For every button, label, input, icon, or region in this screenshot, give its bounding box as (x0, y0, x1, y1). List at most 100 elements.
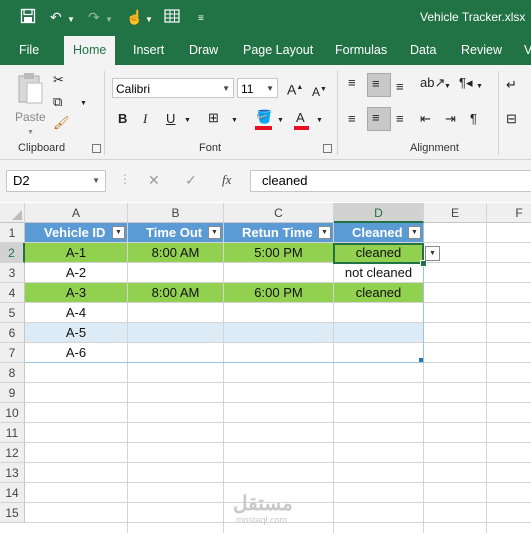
font-color-dropdown-icon[interactable]: ▼ (316, 113, 323, 129)
tab-review[interactable]: Review (461, 36, 502, 65)
paste-label[interactable]: Paste (15, 109, 46, 125)
align-bottom-icon[interactable]: ≡ (396, 79, 404, 95)
row-header-5[interactable]: 5 (0, 303, 25, 323)
enter-icon[interactable]: ✓ (185, 172, 197, 189)
cell-b7[interactable] (128, 343, 224, 363)
fill-color-icon[interactable]: 🪣 (256, 109, 272, 125)
cell-d3[interactable]: not cleaned (334, 263, 424, 283)
row-header-12[interactable]: 12 (0, 443, 25, 463)
touch-mode-icon[interactable]: ☝ (126, 8, 143, 26)
cell-a4[interactable]: A-3 (25, 283, 128, 303)
row-header-6[interactable]: 6 (0, 323, 25, 343)
tab-page-layout[interactable]: Page Layout (243, 36, 313, 65)
paste-icon[interactable] (16, 71, 44, 107)
tab-file[interactable]: File (19, 36, 39, 65)
cell-b2[interactable]: 8:00 AM (128, 243, 224, 263)
row-header-4[interactable]: 4 (0, 283, 25, 303)
cell-b3[interactable] (128, 263, 224, 283)
paste-dropdown-icon[interactable]: ▼ (27, 125, 34, 141)
font-color-icon[interactable]: A (296, 110, 305, 126)
italic-icon[interactable]: I (143, 111, 147, 127)
cell-b5[interactable] (128, 303, 224, 323)
align-left-icon[interactable]: ≡ (348, 111, 356, 127)
text-direction-icon[interactable]: ¶◂ (459, 75, 473, 91)
tab-formulas[interactable]: Formulas (335, 36, 387, 65)
select-all-corner[interactable] (0, 203, 25, 223)
filter-dropdown-icon[interactable]: ▼ (408, 226, 421, 239)
tab-data[interactable]: Data (410, 36, 436, 65)
row-header-14[interactable]: 14 (0, 483, 25, 503)
cell-e7[interactable] (424, 343, 487, 363)
format-painter-icon[interactable]: 🖌 (53, 115, 70, 131)
cell-f1[interactable] (487, 223, 531, 243)
rtl-direction-icon[interactable]: ¶ (470, 111, 477, 127)
underline-icon[interactable]: U (166, 111, 175, 127)
row-header-3[interactable]: 3 (0, 263, 25, 283)
borders-icon[interactable]: ⊞ (208, 110, 219, 126)
row-header-1[interactable]: 1 (0, 223, 25, 243)
tab-insert[interactable]: Insert (133, 36, 164, 65)
font-name-dropdown[interactable]: Calibri ▼ (112, 78, 234, 98)
column-header-f[interactable]: F (487, 203, 531, 223)
cell-e5[interactable] (424, 303, 487, 323)
cell-c3[interactable] (224, 263, 334, 283)
cell-f3[interactable] (487, 263, 531, 283)
table-icon[interactable] (164, 8, 180, 28)
orientation-dropdown-icon[interactable]: ▼ (444, 79, 451, 95)
column-header-b[interactable]: B (128, 203, 224, 223)
text-direction-dropdown-icon[interactable]: ▼ (476, 79, 483, 95)
cell-a7[interactable]: A-6 (25, 343, 128, 363)
cell-a6[interactable]: A-5 (25, 323, 128, 343)
undo-dropdown-icon[interactable]: ▼ (67, 11, 75, 29)
table-resize-handle[interactable] (419, 358, 423, 362)
tab-draw[interactable]: Draw (189, 36, 218, 65)
cell-f4[interactable] (487, 283, 531, 303)
wrap-text-icon[interactable]: ↵ (506, 77, 517, 93)
align-center-button[interactable]: ≡ (367, 107, 391, 131)
cell-c6[interactable] (224, 323, 334, 343)
data-validation-dropdown-icon[interactable]: ▼ (425, 246, 440, 261)
row-header-10[interactable]: 10 (0, 403, 25, 423)
cut-icon[interactable]: ✂ (53, 72, 64, 88)
table-header-cleaned[interactable]: Cleaned ▼ (334, 223, 424, 243)
row-header-2[interactable]: 2 (0, 243, 25, 263)
column-header-e[interactable]: E (424, 203, 487, 223)
cell-d5[interactable] (334, 303, 424, 323)
customize-toolbar-icon[interactable]: ≡ (198, 10, 204, 28)
cell-c5[interactable] (224, 303, 334, 323)
cell-a3[interactable]: A-2 (25, 263, 128, 283)
orientation-icon[interactable]: ab↗ (420, 75, 445, 91)
row-header-7[interactable]: 7 (0, 343, 25, 363)
column-header-a[interactable]: A (25, 203, 128, 223)
cell-c4[interactable]: 6:00 PM (224, 283, 334, 303)
chevron-down-icon[interactable]: ▼ (92, 171, 100, 191)
cell-e6[interactable] (424, 323, 487, 343)
cell-d7[interactable] (334, 343, 424, 363)
tab-view[interactable]: V (524, 36, 531, 65)
cell-b4[interactable]: 8:00 AM (128, 283, 224, 303)
font-launcher-icon[interactable] (323, 144, 332, 153)
cell-c2[interactable]: 5:00 PM (224, 243, 334, 263)
row-header-8[interactable]: 8 (0, 363, 25, 383)
cell-b6[interactable] (128, 323, 224, 343)
merge-center-icon[interactable]: ⊟ (506, 111, 517, 127)
align-middle-button[interactable]: ≡ (367, 73, 391, 97)
row-header-9[interactable]: 9 (0, 383, 25, 403)
touch-dropdown-icon[interactable]: ▼ (145, 11, 153, 29)
formula-input[interactable]: cleaned (250, 170, 531, 192)
row-header-11[interactable]: 11 (0, 423, 25, 443)
table-header-vehicle-id[interactable]: Vehicle ID ▼ (25, 223, 128, 243)
table-header-return-time[interactable]: Retun Time ▼ (224, 223, 334, 243)
insert-function-icon[interactable]: fx (222, 172, 231, 188)
save-icon[interactable] (20, 8, 36, 28)
filter-dropdown-icon[interactable]: ▼ (208, 226, 221, 239)
worksheet-grid[interactable]: A B C D E F 1 2 3 4 5 6 7 8 9 10 11 12 1… (0, 203, 531, 533)
cell-f6[interactable] (487, 323, 531, 343)
cell-f7[interactable] (487, 343, 531, 363)
cell-e3[interactable] (424, 263, 487, 283)
fill-color-dropdown-icon[interactable]: ▼ (277, 113, 284, 129)
fill-handle[interactable] (420, 260, 427, 267)
undo-icon[interactable]: ↶ (50, 8, 62, 26)
cell-a2[interactable]: A-1 (25, 243, 128, 263)
copy-dropdown-icon[interactable]: ▼ (80, 96, 87, 112)
